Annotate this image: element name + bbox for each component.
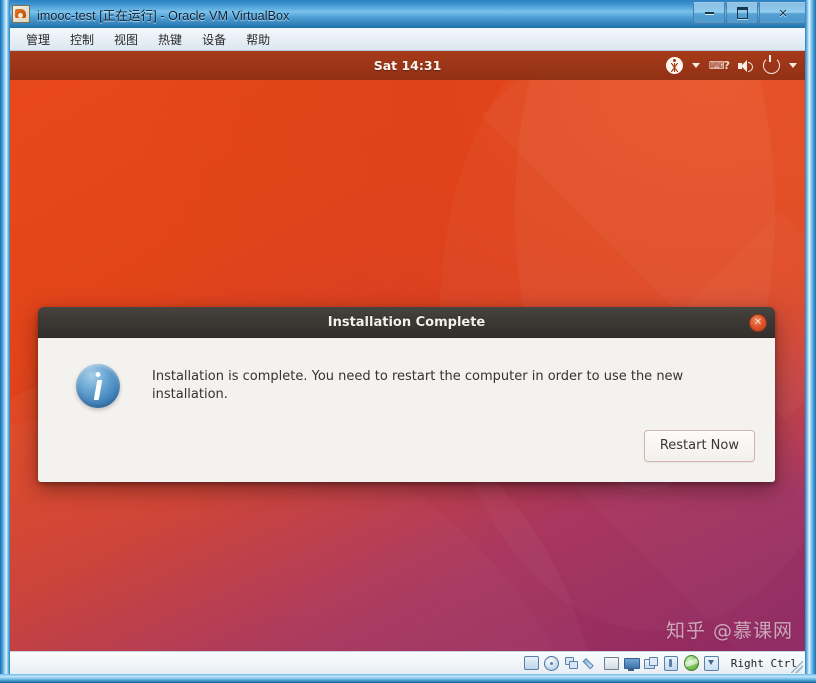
accessibility-icon[interactable] bbox=[665, 57, 683, 74]
audio-icon[interactable] bbox=[584, 656, 599, 670]
menu-item-control[interactable]: 控制 bbox=[60, 29, 104, 50]
virtualbox-window: imooc-test [正在运行] - Oracle VM VirtualBox… bbox=[0, 0, 816, 683]
menu-item-help[interactable]: 帮助 bbox=[236, 29, 280, 50]
maximize-button[interactable] bbox=[726, 2, 758, 24]
dialog-title: Installation Complete bbox=[327, 314, 486, 330]
mouse-integration-icon[interactable] bbox=[683, 655, 699, 671]
window-titlebar[interactable]: imooc-test [正在运行] - Oracle VM VirtualBox… bbox=[0, 0, 816, 28]
host-key-label: Right Ctrl bbox=[730, 656, 797, 670]
minimize-icon bbox=[704, 12, 714, 14]
virtualbox-menubar: 管理 控制 视图 热键 设备 帮助 bbox=[10, 28, 805, 51]
network-icon[interactable] bbox=[564, 656, 579, 670]
info-icon bbox=[76, 364, 120, 408]
panel-indicators: ⌨? bbox=[665, 51, 797, 80]
dialog-message-row: Installation is complete. You need to re… bbox=[38, 338, 775, 408]
window-border-left bbox=[0, 0, 10, 683]
dialog-body: Installation is complete. You need to re… bbox=[38, 338, 775, 482]
close-icon: ✕ bbox=[778, 6, 788, 20]
resize-grip[interactable] bbox=[791, 661, 803, 673]
display-icon[interactable] bbox=[624, 656, 641, 671]
installation-complete-dialog: Installation Complete ✕ Installation is … bbox=[38, 307, 775, 482]
virtualbox-vm-icon bbox=[12, 5, 30, 23]
watermark-text: 知乎 @慕课网 bbox=[665, 620, 793, 642]
optical-disk-icon[interactable] bbox=[543, 655, 559, 671]
status-indicator-group: Right Ctrl bbox=[523, 655, 797, 671]
host-key-icon[interactable] bbox=[703, 655, 719, 671]
menu-item-manage[interactable]: 管理 bbox=[16, 29, 60, 50]
window-title: imooc-test [正在运行] - Oracle VM VirtualBox bbox=[37, 8, 290, 23]
floppy-icon[interactable] bbox=[603, 656, 619, 670]
virtualbox-statusbar: Right Ctrl bbox=[10, 651, 805, 674]
menu-item-devices[interactable]: 设备 bbox=[192, 29, 236, 50]
window-controls: ✕ bbox=[693, 2, 807, 24]
maximize-icon bbox=[736, 7, 748, 19]
power-icon[interactable] bbox=[763, 55, 780, 74]
usb-icon[interactable] bbox=[664, 655, 679, 671]
chevron-down-icon-power[interactable] bbox=[789, 63, 797, 68]
input-method-icon[interactable]: ⌨? bbox=[709, 59, 730, 72]
close-icon: ✕ bbox=[753, 317, 763, 328]
menu-item-hotkey[interactable]: 热键 bbox=[148, 29, 192, 50]
minimize-button[interactable] bbox=[693, 2, 725, 24]
window-border-bottom bbox=[0, 674, 816, 683]
window-border-right bbox=[805, 0, 816, 683]
vm-display[interactable]: Sat 14:31 ⌨? Installation Complete ✕ Ins… bbox=[10, 51, 805, 651]
restart-now-button[interactable]: Restart Now bbox=[643, 430, 755, 462]
close-button[interactable]: ✕ bbox=[759, 2, 807, 24]
volume-icon[interactable] bbox=[738, 59, 754, 73]
shared-folders-icon[interactable] bbox=[644, 656, 659, 670]
menu-item-view[interactable]: 视图 bbox=[104, 29, 148, 50]
hard-disk-icon[interactable] bbox=[523, 656, 539, 670]
dialog-message: Installation is complete. You need to re… bbox=[152, 368, 684, 402]
dialog-actions: Restart Now bbox=[38, 408, 775, 482]
dialog-close-button[interactable]: ✕ bbox=[749, 314, 767, 332]
chevron-down-icon[interactable] bbox=[691, 63, 700, 68]
dialog-titlebar[interactable]: Installation Complete ✕ bbox=[38, 307, 775, 338]
